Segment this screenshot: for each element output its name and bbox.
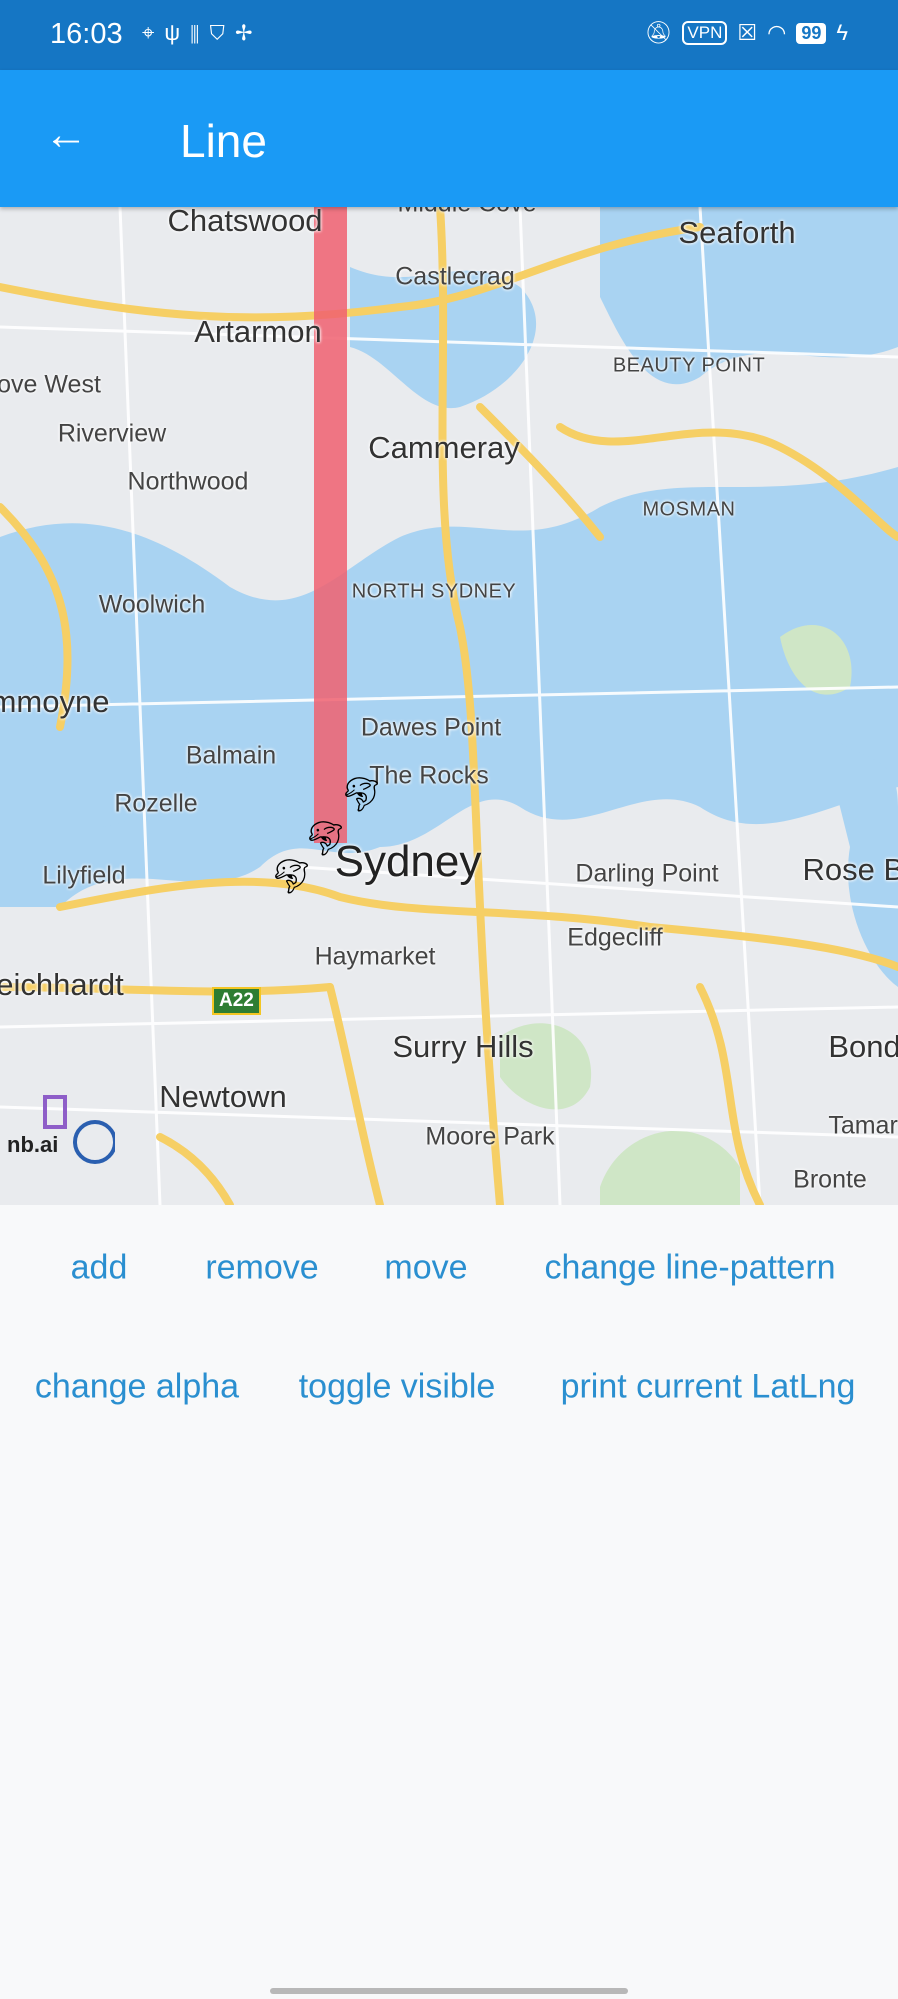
- map-label: Haymarket: [314, 942, 436, 971]
- map-label: Riverview: [57, 419, 167, 448]
- map-label: Tamara: [828, 1111, 898, 1140]
- map-label: Castlecrag: [395, 262, 515, 291]
- map-label: The Rocks: [369, 761, 489, 790]
- charging-icon: ϟ: [836, 20, 848, 45]
- map-label: Northwood: [127, 467, 249, 496]
- map-label: Newtown: [159, 1079, 287, 1114]
- map-label: Artarmon: [194, 314, 322, 349]
- add-button[interactable]: add: [71, 1249, 128, 1288]
- sim-x-icon: ☒: [737, 20, 758, 45]
- status-bar: 16:03 ⌖ψ⫴⛉✢ 🔕︎ VPN ☒ ◠ 99 ϟ: [0, 0, 898, 70]
- map-label: Moore Park: [425, 1122, 555, 1151]
- map-view[interactable]: Chatswood Middle Cove Seaforth Castlecra…: [0, 207, 898, 1205]
- change-alpha-button[interactable]: change alpha: [35, 1368, 239, 1407]
- arrow-left-icon[interactable]: ←: [44, 110, 88, 160]
- map-label: Woolwich: [98, 590, 206, 619]
- toggle-visible-button[interactable]: toggle visible: [299, 1368, 496, 1407]
- map-label: Cove West: [0, 370, 101, 399]
- map-label: Edgecliff: [567, 923, 663, 952]
- page-title: Line: [180, 115, 267, 167]
- print-current-latlng-button[interactable]: print current LatLng: [561, 1368, 856, 1407]
- map-label: Bronte: [793, 1165, 867, 1194]
- map-label: Middle Cove: [398, 207, 537, 219]
- map-label: Dawes Point: [360, 713, 502, 742]
- vpn-icon: VPN: [682, 21, 728, 45]
- map-label: Surry Hills: [392, 1029, 534, 1064]
- app-bar: ← Line: [0, 70, 898, 207]
- status-left-icons: ⌖ψ⫴⛉✢: [142, 20, 263, 45]
- map-label: Lilyfield: [42, 861, 126, 890]
- map-label: NORTH SYDNEY: [351, 580, 517, 603]
- nbai-logo: nb.ai: [5, 1092, 115, 1172]
- dolphin-marker[interactable]: 🐬︎: [340, 775, 383, 815]
- map-label: Seaforth: [678, 215, 796, 250]
- bell-off-icon: 🔕︎: [644, 20, 673, 45]
- polyline[interactable]: [314, 207, 347, 843]
- map-label: Rose Ba: [802, 852, 898, 887]
- map-label: Darling Point: [575, 859, 719, 888]
- battery-icon: 99: [796, 22, 827, 44]
- road-shield: A22: [212, 987, 261, 1015]
- map-label: Rozelle: [114, 789, 198, 818]
- change-line-pattern-button[interactable]: change line-pattern: [544, 1249, 835, 1288]
- map-label: MOSMAN: [642, 498, 736, 521]
- map-label: Balmain: [185, 741, 277, 770]
- map-label: Chatswood: [167, 207, 323, 238]
- map-label: Bondi: [828, 1029, 898, 1064]
- dolphin-marker[interactable]: 🐬︎: [304, 819, 347, 859]
- map-label: BEAUTY POINT: [612, 354, 766, 377]
- map-label: Cammeray: [368, 430, 520, 465]
- map-label: eichhardt: [0, 967, 124, 1002]
- map-label: Sydney: [334, 837, 482, 886]
- remove-button[interactable]: remove: [205, 1249, 318, 1288]
- map-label: mmoyne: [0, 684, 110, 719]
- wifi-icon: ◠: [767, 20, 787, 45]
- status-right-icons: 🔕︎ VPN ☒ ◠ 99 ϟ: [644, 20, 848, 46]
- status-time: 16:03: [50, 18, 123, 50]
- gesture-bar[interactable]: [270, 1988, 628, 1994]
- move-button[interactable]: move: [384, 1249, 467, 1288]
- dolphin-marker[interactable]: 🐬︎: [270, 857, 313, 897]
